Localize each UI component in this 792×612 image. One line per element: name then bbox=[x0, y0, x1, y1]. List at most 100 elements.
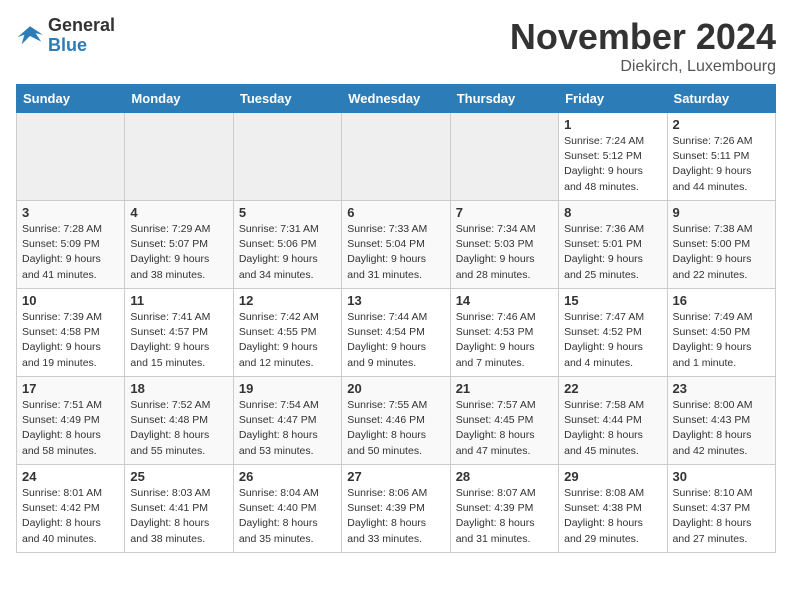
day-cell: 12 Sunrise: 7:42 AMSunset: 4:55 PMDayligh… bbox=[233, 289, 341, 377]
day-info: Sunrise: 7:55 AMSunset: 4:46 PMDaylight:… bbox=[347, 398, 444, 459]
day-cell: 21 Sunrise: 7:57 AMSunset: 4:45 PMDayligh… bbox=[450, 377, 558, 465]
day-cell: 26 Sunrise: 8:04 AMSunset: 4:40 PMDayligh… bbox=[233, 465, 341, 553]
day-info: Sunrise: 7:54 AMSunset: 4:47 PMDaylight:… bbox=[239, 398, 336, 459]
day-info: Sunrise: 8:03 AMSunset: 4:41 PMDaylight:… bbox=[130, 486, 227, 547]
logo-blue: Blue bbox=[48, 36, 115, 56]
day-cell: 1 Sunrise: 7:24 AMSunset: 5:12 PMDaylight… bbox=[559, 113, 667, 201]
day-info: Sunrise: 8:07 AMSunset: 4:39 PMDaylight:… bbox=[456, 486, 553, 547]
day-number: 13 bbox=[347, 293, 444, 308]
header-monday: Monday bbox=[125, 85, 233, 113]
day-info: Sunrise: 7:49 AMSunset: 4:50 PMDaylight:… bbox=[673, 310, 770, 371]
day-number: 17 bbox=[22, 381, 119, 396]
day-cell: 7 Sunrise: 7:34 AMSunset: 5:03 PMDaylight… bbox=[450, 201, 558, 289]
day-info: Sunrise: 8:04 AMSunset: 4:40 PMDaylight:… bbox=[239, 486, 336, 547]
day-number: 8 bbox=[564, 205, 661, 220]
day-info: Sunrise: 8:01 AMSunset: 4:42 PMDaylight:… bbox=[22, 486, 119, 547]
day-number: 23 bbox=[673, 381, 770, 396]
day-cell: 9Sunrise: 7:38 AMSunset: 5:00 PMDaylight… bbox=[667, 201, 775, 289]
day-number: 2 bbox=[673, 117, 770, 132]
day-cell: 6Sunrise: 7:33 AMSunset: 5:04 PMDaylight… bbox=[342, 201, 450, 289]
header-tuesday: Tuesday bbox=[233, 85, 341, 113]
day-number: 3 bbox=[22, 205, 119, 220]
day-number: 18 bbox=[130, 381, 227, 396]
day-cell: 20 Sunrise: 7:55 AMSunset: 4:46 PMDayligh… bbox=[342, 377, 450, 465]
day-number: 11 bbox=[130, 293, 227, 308]
day-number: 12 bbox=[239, 293, 336, 308]
day-cell: 3Sunrise: 7:28 AMSunset: 5:09 PMDaylight… bbox=[17, 201, 125, 289]
day-info: Sunrise: 7:31 AMSunset: 5:06 PMDaylight:… bbox=[239, 222, 336, 283]
day-cell: 10 Sunrise: 7:39 AMSunset: 4:58 PMDayligh… bbox=[17, 289, 125, 377]
day-cell: 19 Sunrise: 7:54 AMSunset: 4:47 PMDayligh… bbox=[233, 377, 341, 465]
day-number: 4 bbox=[130, 205, 227, 220]
day-cell: 14Sunrise: 7:46 AMSunset: 4:53 PMDayligh… bbox=[450, 289, 558, 377]
day-cell bbox=[342, 113, 450, 201]
logo-bird-icon bbox=[16, 22, 44, 50]
day-info: Sunrise: 7:51 AMSunset: 4:49 PMDaylight:… bbox=[22, 398, 119, 459]
day-cell: 8 Sunrise: 7:36 AMSunset: 5:01 PMDaylight… bbox=[559, 201, 667, 289]
week-row-5: 24 Sunrise: 8:01 AMSunset: 4:42 PMDayligh… bbox=[17, 465, 776, 553]
day-info: Sunrise: 7:52 AMSunset: 4:48 PMDaylight:… bbox=[130, 398, 227, 459]
day-info: Sunrise: 7:41 AMSunset: 4:57 PMDaylight:… bbox=[130, 310, 227, 371]
day-cell: 24 Sunrise: 8:01 AMSunset: 4:42 PMDayligh… bbox=[17, 465, 125, 553]
day-info: Sunrise: 8:10 AMSunset: 4:37 PMDaylight:… bbox=[673, 486, 770, 547]
day-cell: 28 Sunrise: 8:07 AMSunset: 4:39 PMDayligh… bbox=[450, 465, 558, 553]
day-cell: 13 Sunrise: 7:44 AMSunset: 4:54 PMDayligh… bbox=[342, 289, 450, 377]
day-info: Sunrise: 8:08 AMSunset: 4:38 PMDaylight:… bbox=[564, 486, 661, 547]
day-number: 10 bbox=[22, 293, 119, 308]
day-number: 24 bbox=[22, 469, 119, 484]
header-friday: Friday bbox=[559, 85, 667, 113]
day-number: 1 bbox=[564, 117, 661, 132]
day-cell: 15 Sunrise: 7:47 AMSunset: 4:52 PMDayligh… bbox=[559, 289, 667, 377]
day-info: Sunrise: 7:42 AMSunset: 4:55 PMDaylight:… bbox=[239, 310, 336, 371]
day-number: 20 bbox=[347, 381, 444, 396]
day-number: 29 bbox=[564, 469, 661, 484]
day-info: Sunrise: 7:26 AMSunset: 5:11 PMDaylight:… bbox=[673, 134, 770, 195]
day-info: Sunrise: 7:34 AMSunset: 5:03 PMDaylight:… bbox=[456, 222, 553, 283]
day-number: 19 bbox=[239, 381, 336, 396]
header-row: SundayMondayTuesdayWednesdayThursdayFrid… bbox=[17, 85, 776, 113]
month-title: November 2024 bbox=[510, 16, 776, 58]
header-wednesday: Wednesday bbox=[342, 85, 450, 113]
day-cell: 17 Sunrise: 7:51 AMSunset: 4:49 PMDayligh… bbox=[17, 377, 125, 465]
week-row-4: 17 Sunrise: 7:51 AMSunset: 4:49 PMDayligh… bbox=[17, 377, 776, 465]
day-cell bbox=[450, 113, 558, 201]
day-cell: 18 Sunrise: 7:52 AMSunset: 4:48 PMDayligh… bbox=[125, 377, 233, 465]
page-header: General Blue November 2024 Diekirch, Lux… bbox=[16, 16, 776, 76]
logo-text: General Blue bbox=[48, 16, 115, 56]
day-info: Sunrise: 7:58 AMSunset: 4:44 PMDaylight:… bbox=[564, 398, 661, 459]
day-number: 22 bbox=[564, 381, 661, 396]
day-info: Sunrise: 7:24 AMSunset: 5:12 PMDaylight:… bbox=[564, 134, 661, 195]
day-info: Sunrise: 7:36 AMSunset: 5:01 PMDaylight:… bbox=[564, 222, 661, 283]
day-number: 7 bbox=[456, 205, 553, 220]
day-number: 28 bbox=[456, 469, 553, 484]
day-info: Sunrise: 7:47 AMSunset: 4:52 PMDaylight:… bbox=[564, 310, 661, 371]
day-cell: 25 Sunrise: 8:03 AMSunset: 4:41 PMDayligh… bbox=[125, 465, 233, 553]
day-cell: 23Sunrise: 8:00 AMSunset: 4:43 PMDayligh… bbox=[667, 377, 775, 465]
header-saturday: Saturday bbox=[667, 85, 775, 113]
day-info: Sunrise: 8:06 AMSunset: 4:39 PMDaylight:… bbox=[347, 486, 444, 547]
day-info: Sunrise: 7:39 AMSunset: 4:58 PMDaylight:… bbox=[22, 310, 119, 371]
day-number: 15 bbox=[564, 293, 661, 308]
header-thursday: Thursday bbox=[450, 85, 558, 113]
logo: General Blue bbox=[16, 16, 115, 56]
day-cell: 2 Sunrise: 7:26 AMSunset: 5:11 PMDaylight… bbox=[667, 113, 775, 201]
day-info: Sunrise: 7:57 AMSunset: 4:45 PMDaylight:… bbox=[456, 398, 553, 459]
title-block: November 2024 Diekirch, Luxembourg bbox=[510, 16, 776, 76]
day-number: 26 bbox=[239, 469, 336, 484]
day-number: 25 bbox=[130, 469, 227, 484]
day-cell: 29 Sunrise: 8:08 AMSunset: 4:38 PMDayligh… bbox=[559, 465, 667, 553]
header-sunday: Sunday bbox=[17, 85, 125, 113]
week-row-3: 10 Sunrise: 7:39 AMSunset: 4:58 PMDayligh… bbox=[17, 289, 776, 377]
day-cell: 27Sunrise: 8:06 AMSunset: 4:39 PMDayligh… bbox=[342, 465, 450, 553]
day-info: Sunrise: 7:44 AMSunset: 4:54 PMDaylight:… bbox=[347, 310, 444, 371]
day-cell: 16 Sunrise: 7:49 AMSunset: 4:50 PMDayligh… bbox=[667, 289, 775, 377]
day-info: Sunrise: 7:46 AMSunset: 4:53 PMDaylight:… bbox=[456, 310, 553, 371]
day-cell: 4Sunrise: 7:29 AMSunset: 5:07 PMDaylight… bbox=[125, 201, 233, 289]
day-cell: 11 Sunrise: 7:41 AMSunset: 4:57 PMDayligh… bbox=[125, 289, 233, 377]
day-number: 21 bbox=[456, 381, 553, 396]
day-number: 30 bbox=[673, 469, 770, 484]
logo-general: General bbox=[48, 16, 115, 36]
day-number: 16 bbox=[673, 293, 770, 308]
day-cell bbox=[17, 113, 125, 201]
day-number: 5 bbox=[239, 205, 336, 220]
